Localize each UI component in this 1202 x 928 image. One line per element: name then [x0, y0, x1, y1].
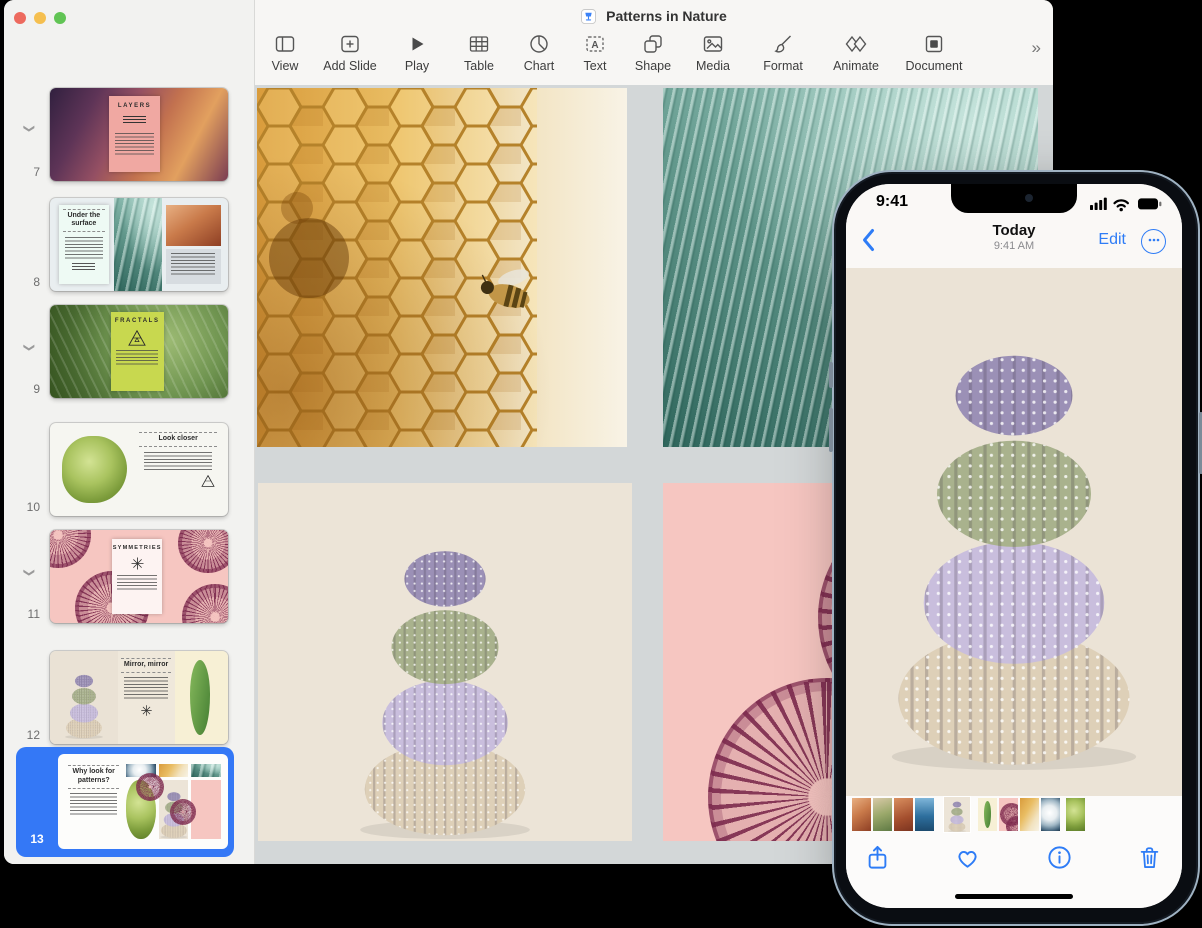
- slide-number: 9: [10, 382, 40, 396]
- slide-number: 7: [10, 165, 40, 179]
- add-slide-button[interactable]: Add Slide: [317, 33, 383, 73]
- table-icon: [468, 33, 490, 55]
- table-button[interactable]: Table: [455, 33, 503, 73]
- play-icon: [406, 33, 428, 55]
- slide8-card-title: Under the surface: [59, 212, 109, 230]
- photo-thumbnail[interactable]: [1041, 798, 1060, 831]
- document-icon: [923, 33, 945, 55]
- shape-icon: [642, 33, 664, 55]
- chart-icon: [528, 33, 550, 55]
- window-toolbar: Patterns in Nature View Add Slide Play T…: [255, 0, 1053, 86]
- photo-thumbnail[interactable]: [1066, 798, 1085, 831]
- photo-thumbnail[interactable]: [978, 798, 997, 831]
- slide12-card-title: Mirror, mirror: [121, 661, 171, 670]
- media-icon: [702, 33, 724, 55]
- slide10-card-title: Look closer: [139, 435, 217, 444]
- format-icon: [772, 33, 794, 55]
- nav-title-group: Today 9:41 AM: [944, 222, 1084, 252]
- document-title: Patterns in Nature: [255, 8, 1053, 27]
- trash-icon[interactable]: [1136, 844, 1163, 871]
- slide-number: 8: [10, 275, 40, 289]
- status-bar-time: 9:41: [876, 193, 908, 211]
- slide-thumbnail-11[interactable]: SYMMETRIES: [50, 530, 228, 623]
- chevron-down-icon[interactable]: ❯: [20, 124, 36, 140]
- slide-image-urchins[interactable]: [258, 483, 632, 841]
- shape-button[interactable]: Shape: [627, 33, 679, 73]
- ellipsis-icon: [1147, 233, 1161, 247]
- close-window-button[interactable]: [14, 12, 26, 24]
- animate-button[interactable]: Animate: [827, 33, 885, 73]
- slide9-card-title: FRACTALS: [111, 318, 164, 326]
- format-button[interactable]: Format: [755, 33, 811, 73]
- slide-thumbnail-9[interactable]: FRACTALS: [50, 305, 228, 398]
- play-button[interactable]: Play: [395, 33, 439, 73]
- more-options-button[interactable]: [1141, 229, 1166, 254]
- document-button[interactable]: Document: [899, 33, 969, 73]
- nav-subtitle: 9:41 AM: [944, 240, 1084, 252]
- keynote-app-icon: [581, 9, 596, 27]
- slide-number: 10: [10, 500, 40, 514]
- slide-thumbnail-13[interactable]: Why look for patterns?: [58, 754, 228, 849]
- slide-thumbnail-10[interactable]: Look closer: [50, 423, 228, 516]
- photo-thumbnail[interactable]: [999, 798, 1018, 831]
- photo-view-urchins[interactable]: [846, 268, 1182, 796]
- phone-screen: 9:41: [846, 184, 1182, 908]
- slide-thumbnail-13-selection: Why look for patterns? 13: [16, 747, 234, 857]
- photos-bottom-toolbar: [846, 833, 1182, 908]
- zoom-window-button[interactable]: [54, 12, 66, 24]
- toolbar-overflow-button[interactable]: »: [1032, 38, 1041, 58]
- photo-thumbnail-selected[interactable]: [943, 796, 971, 833]
- heart-icon[interactable]: [954, 844, 981, 871]
- text-icon: A: [584, 33, 606, 55]
- cellular-icon: [1090, 198, 1107, 210]
- nav-title: Today: [944, 222, 1084, 239]
- slide-number-selected: 13: [24, 832, 50, 846]
- home-indicator[interactable]: [955, 894, 1073, 899]
- slide-thumbnail-8[interactable]: Under the surface: [50, 198, 228, 291]
- slide-image-honeycomb[interactable]: [257, 88, 627, 447]
- slide-number: 11: [10, 607, 40, 621]
- svg-text:A: A: [591, 40, 598, 51]
- photo-thumbnail[interactable]: [873, 798, 892, 831]
- edit-button[interactable]: Edit: [1098, 231, 1126, 249]
- iphone: 9:41: [832, 170, 1200, 926]
- chevron-down-icon[interactable]: ❯: [20, 343, 36, 359]
- view-button[interactable]: View: [263, 33, 307, 73]
- media-button[interactable]: Media: [689, 33, 737, 73]
- wifi-icon: [1115, 200, 1128, 211]
- text-button[interactable]: A Text: [573, 33, 617, 73]
- slide11-card-title: SYMMETRIES: [112, 545, 162, 552]
- battery-icon: [1138, 198, 1161, 209]
- info-icon[interactable]: [1046, 844, 1073, 871]
- front-camera: [1025, 194, 1033, 202]
- photos-app-header: 9:41: [846, 184, 1182, 269]
- slide7-card-title: LAYERS: [109, 103, 161, 111]
- photo-thumbnail-strip: [846, 796, 1182, 833]
- chevron-down-icon[interactable]: ❯: [20, 568, 36, 584]
- photo-thumbnail[interactable]: [852, 798, 871, 831]
- slide-navigator: ❯ LAYERS 7 Under the surface: [4, 0, 255, 864]
- share-icon[interactable]: [864, 844, 891, 871]
- slide13-card-title: Why look for patterns?: [68, 768, 119, 786]
- view-icon: [274, 33, 296, 55]
- photo-thumbnail[interactable]: [1020, 798, 1039, 831]
- slide-number: 12: [10, 728, 40, 742]
- screenshot-stage: ❯ LAYERS 7 Under the surface: [0, 0, 1202, 928]
- photo-thumbnail[interactable]: [915, 798, 934, 831]
- minimize-window-button[interactable]: [34, 12, 46, 24]
- photo-thumbnail[interactable]: [894, 798, 913, 831]
- phone-notch: [951, 184, 1077, 213]
- volume-button: [829, 408, 833, 452]
- add-slide-icon: [339, 33, 361, 55]
- slide-thumbnail-7[interactable]: LAYERS: [50, 88, 228, 181]
- back-button[interactable]: [856, 226, 882, 254]
- slide-thumbnail-12[interactable]: Mirror, mirror: [50, 651, 228, 744]
- animate-icon: [845, 33, 867, 55]
- status-bar-icons: [1090, 196, 1162, 212]
- mute-switch: [829, 362, 833, 388]
- chart-button[interactable]: Chart: [515, 33, 563, 73]
